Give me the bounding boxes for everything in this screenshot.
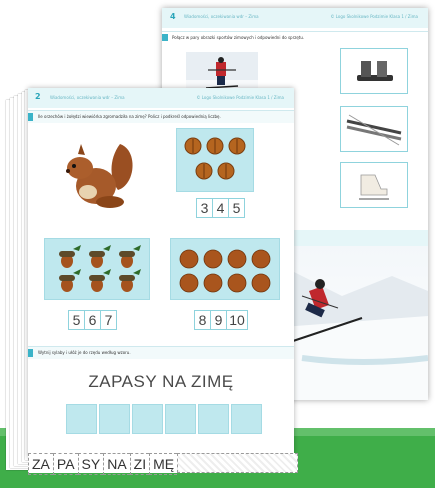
walnuts-box: [176, 128, 254, 192]
back-page-header: 4 Wiadomości, oczekiwania wdr – Zima © L…: [162, 8, 428, 28]
number-option[interactable]: 3: [196, 198, 212, 218]
number-choice-row-2: 5 6 7: [68, 310, 117, 330]
answer-box[interactable]: [99, 404, 130, 434]
syllable-card[interactable]: ZI: [129, 453, 150, 475]
answer-box[interactable]: [231, 404, 262, 434]
syllable-cutout-strip: ZA PA SY NA ZI MĘ: [28, 453, 298, 475]
acorns-box: [44, 238, 150, 300]
instruction-bar-2: Wytnij sylaby i ułóż je do rzędu według …: [28, 346, 294, 359]
back-page-header-text: Wiadomości, oczekiwania wdr – Zima: [184, 14, 259, 19]
answer-box[interactable]: [66, 404, 97, 434]
syllable-card[interactable]: MĘ: [149, 453, 178, 475]
front-page-header-text: Wiadomości, oczekiwania wdr – Zima: [50, 95, 125, 100]
hazelnuts-box: [170, 238, 280, 300]
number-option[interactable]: 9: [210, 310, 226, 330]
number-option[interactable]: 5: [68, 310, 84, 330]
snowboard-boots-picture: [340, 48, 408, 94]
number-option[interactable]: 7: [100, 310, 117, 330]
skis-picture: [340, 106, 408, 152]
back-page-number: 4: [170, 12, 176, 21]
number-option[interactable]: 5: [228, 198, 245, 218]
number-option[interactable]: 8: [194, 310, 210, 330]
exercise-title: ZAPASY NA ZIMĘ: [88, 372, 234, 391]
front-page-header-right: © Logo Skolnikowe Podzimie Klasa 1 / Zim…: [196, 95, 284, 100]
answer-box[interactable]: [132, 404, 163, 434]
instruction-1: Ile orzechów i żołędzi wiewiórka zgromad…: [38, 114, 221, 119]
answer-box[interactable]: [165, 404, 196, 434]
front-worksheet-page: 2 Wiadomości, oczekiwania wdr – Zima © L…: [28, 88, 294, 458]
back-instruction: Połącz w pary obrazki sportów zimowych i…: [172, 35, 305, 40]
number-option[interactable]: 10: [226, 310, 248, 330]
number-option[interactable]: 6: [84, 310, 100, 330]
squirrel-picture: [58, 136, 138, 216]
syllable-card[interactable]: ZA: [28, 453, 53, 475]
back-page-header-right: © Logo Skolnikowe Podzimie Klasa 1 / Zim…: [330, 14, 418, 19]
syllable-card[interactable]: SY: [77, 453, 104, 475]
instruction-2: Wytnij sylaby i ułóż je do rzędu według …: [38, 350, 131, 355]
number-choice-row-1: 3 4 5: [196, 198, 245, 218]
number-option[interactable]: 4: [212, 198, 228, 218]
answer-boxes: [66, 404, 264, 434]
front-page-number: 2: [35, 92, 41, 101]
ice-skates-picture: [340, 162, 408, 208]
syllable-strip-filler: [177, 453, 298, 473]
back-instruction-bar: Połącz w pary obrazki sportów zimowych i…: [162, 31, 428, 44]
instruction-bar-1: Ile orzechów i żołędzi wiewiórka zgromad…: [28, 110, 294, 123]
syllable-card[interactable]: NA: [103, 453, 130, 475]
answer-box[interactable]: [198, 404, 229, 434]
number-choice-row-3: 8 9 10: [194, 310, 248, 330]
syllable-card[interactable]: PA: [52, 453, 78, 475]
front-page-header: 2 Wiadomości, oczekiwania wdr – Zima © L…: [28, 88, 294, 108]
